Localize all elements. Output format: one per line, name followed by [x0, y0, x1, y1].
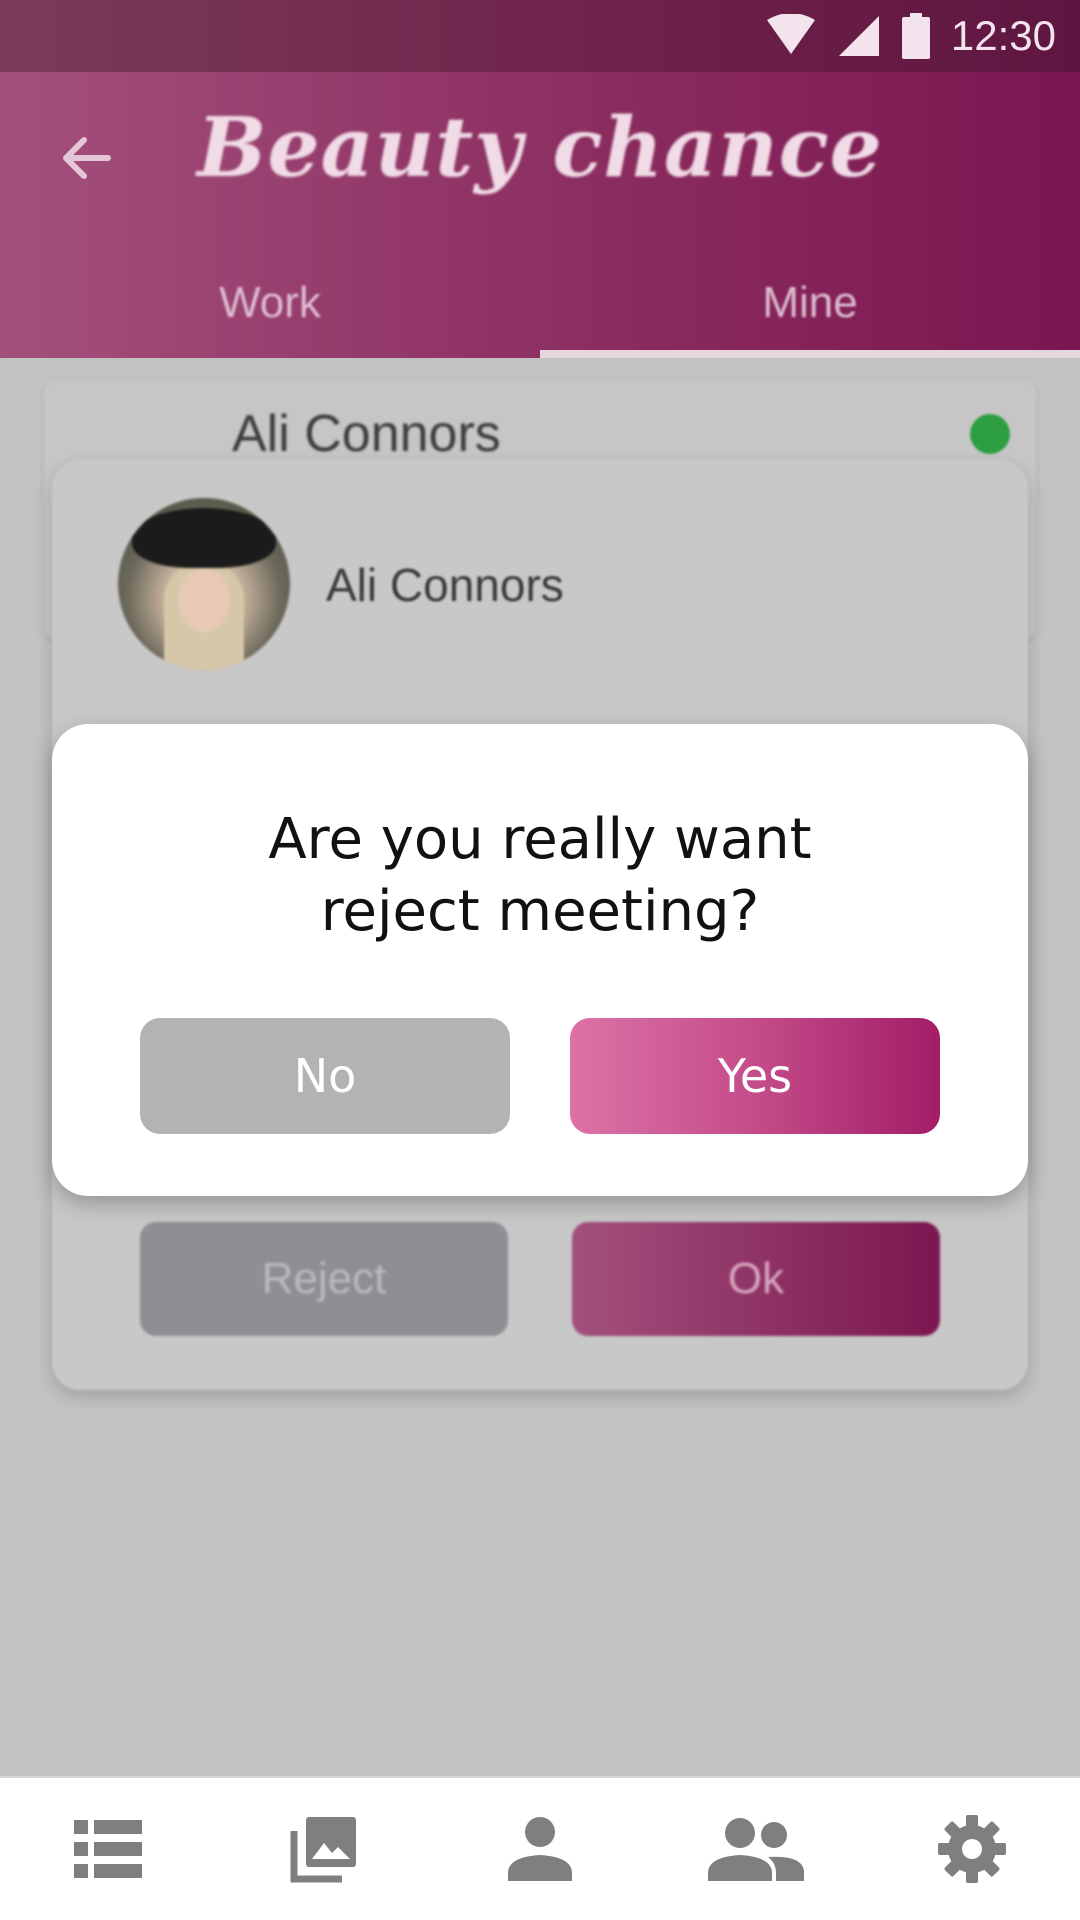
- signal-icon: [838, 16, 879, 56]
- wifi-icon: [766, 14, 815, 54]
- nav-gallery[interactable]: [264, 1789, 384, 1909]
- list-icon: [74, 1820, 142, 1878]
- person-icon: [508, 1817, 572, 1881]
- group-icon: [708, 1818, 804, 1881]
- dialog-message: Are you really want reject meeting?: [52, 804, 1028, 948]
- settings-icon: [938, 1815, 1006, 1883]
- reject-button: Reject: [140, 1222, 508, 1336]
- yes-button[interactable]: Yes: [570, 1018, 940, 1134]
- nav-profile[interactable]: [480, 1789, 600, 1909]
- profile-name: Ali Connors: [326, 559, 564, 611]
- online-status-icon: [970, 414, 1010, 454]
- confirm-dialog: Are you really want reject meeting? No Y…: [52, 724, 1028, 1196]
- status-bar: 12:30: [0, 0, 1080, 72]
- dialog-message-line-2: reject meeting?: [320, 879, 760, 944]
- avatar: [118, 498, 290, 670]
- status-time: 12:30: [950, 12, 1056, 59]
- nav-list[interactable]: [48, 1789, 168, 1909]
- battery-icon: [901, 13, 930, 59]
- list-item-name: Ali Connors: [232, 405, 501, 463]
- tab-bar: Work Mine: [0, 248, 1080, 358]
- ok-button: Ok: [572, 1222, 940, 1336]
- dialog-message-line-1: Are you really want: [268, 807, 812, 872]
- no-button[interactable]: No: [140, 1018, 510, 1134]
- nav-group[interactable]: [696, 1789, 816, 1909]
- bottom-nav: [0, 1776, 1080, 1920]
- app-title: Beauty chance: [197, 100, 883, 196]
- nav-settings[interactable]: [912, 1789, 1032, 1909]
- tab-indicator: [540, 350, 1080, 358]
- gallery-icon: [290, 1817, 356, 1883]
- tab-work[interactable]: Work: [0, 248, 540, 358]
- tab-mine[interactable]: Mine: [540, 248, 1080, 358]
- app-bar: Beauty chance: [0, 72, 1080, 248]
